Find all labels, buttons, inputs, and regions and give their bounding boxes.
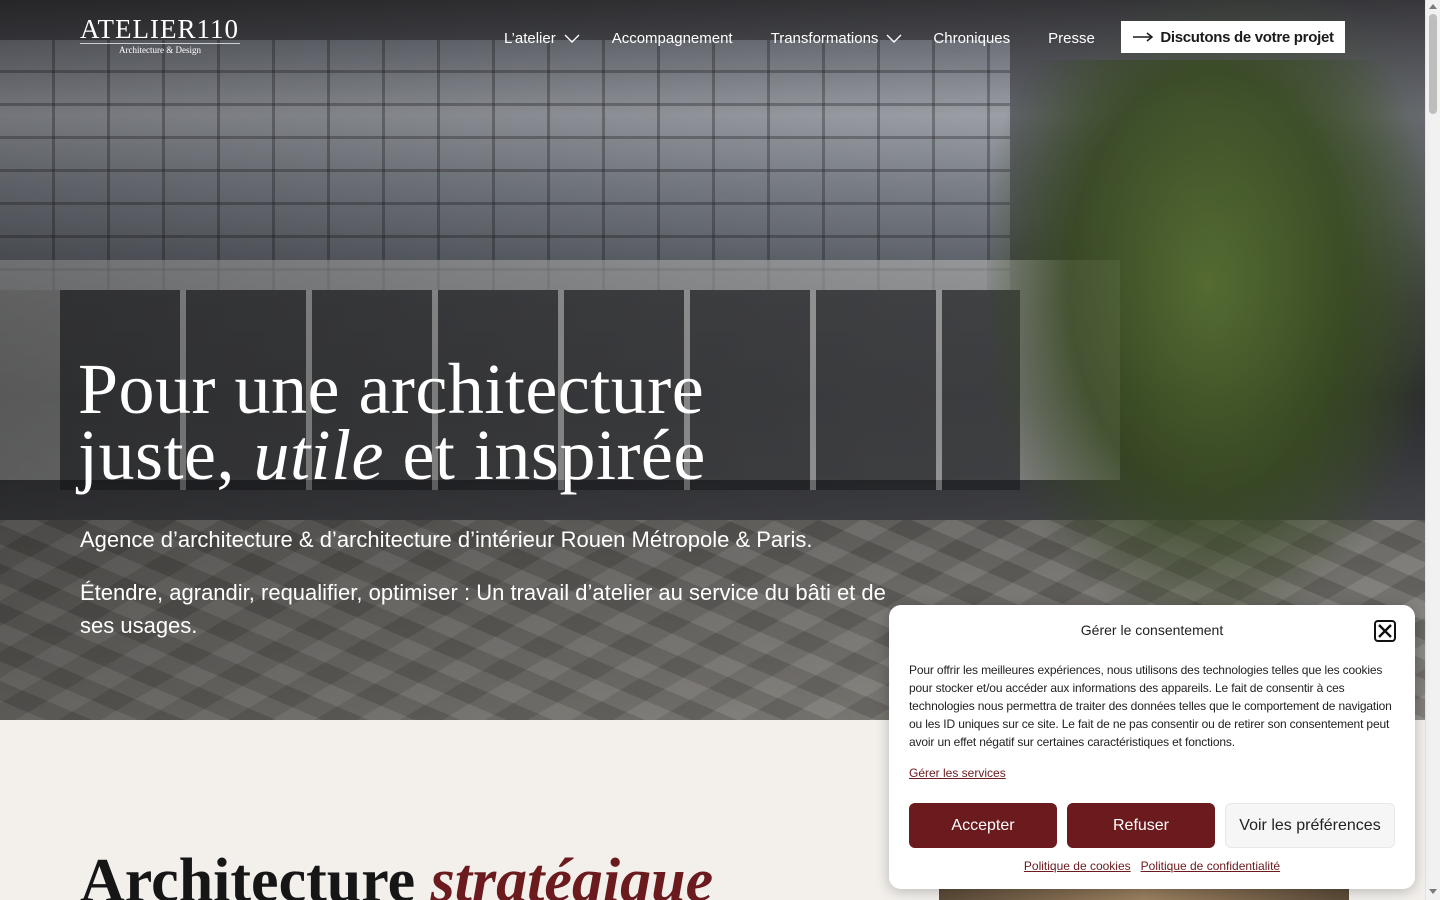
page-scrollbar[interactable] — [1425, 0, 1440, 900]
consent-links: Politique de cookies Politique de confid… — [889, 859, 1415, 873]
nav-item-accompagnement[interactable]: Accompagnement — [612, 30, 733, 47]
preferences-button[interactable]: Voir les préférences — [1225, 803, 1395, 848]
chevron-down-icon — [564, 34, 580, 43]
scrollbar-thumb[interactable] — [1429, 14, 1437, 114]
hero-title-line2-end: et inspirée — [383, 415, 706, 495]
logo-wordmark: ATELIER110 — [80, 14, 239, 44]
scroll-up-arrow-icon[interactable] — [1429, 4, 1437, 9]
cookie-consent-dialog: Gérer le consentement Pour offrir les me… — [889, 605, 1415, 889]
close-icon[interactable] — [1374, 620, 1396, 642]
main-nav: L’atelier Accompagnement Transformations… — [504, 26, 1095, 50]
consent-text: Pour offrir les meilleures expériences, … — [909, 663, 1392, 749]
consent-title: Gérer le consentement — [1080, 622, 1224, 638]
cookie-policy-link[interactable]: Politique de cookies — [1024, 859, 1131, 873]
nav-item-presse[interactable]: Presse — [1048, 30, 1095, 47]
privacy-policy-link[interactable]: Politique de confidentialité — [1141, 859, 1280, 873]
nav-item-label: Chroniques — [933, 29, 1011, 47]
refuse-button[interactable]: Refuser — [1067, 803, 1215, 848]
nav-item-label: Accompagnement — [611, 29, 733, 47]
contact-cta-button[interactable]: Discutons de votre projet — [1121, 21, 1345, 53]
hero-subtitle: Agence d’architecture & d’architecture d… — [80, 527, 813, 552]
site-logo[interactable]: ATELIER110 Architecture & Design — [80, 14, 245, 58]
nav-item-transformations[interactable]: Transformations — [771, 30, 903, 47]
hero-description: Étendre, agrandir, requalifier, optimise… — [80, 580, 886, 638]
manage-services-link[interactable]: Gérer les services — [909, 766, 1006, 780]
scroll-down-arrow-icon[interactable] — [1429, 889, 1437, 894]
nav-item-label: Transformations — [770, 29, 879, 47]
hero-title: Pour une architecture juste, utile et in… — [78, 353, 706, 491]
section-title-start: Architecture — [80, 847, 431, 900]
accept-button[interactable]: Accepter — [909, 803, 1057, 848]
section-title-emphasis: stratégique — [430, 847, 714, 900]
chevron-down-icon — [886, 34, 902, 43]
hero-title-emphasis: utile — [253, 415, 384, 495]
arrow-right-icon — [1133, 32, 1154, 42]
section-title: Architecture stratégique — [80, 846, 713, 900]
cta-label: Discutons de votre projet — [1160, 28, 1334, 46]
nav-item-label: L’atelier — [504, 29, 556, 47]
nav-item-atelier[interactable]: L’atelier — [504, 30, 580, 47]
nav-item-label: Presse — [1048, 29, 1095, 47]
nav-item-chroniques[interactable]: Chroniques — [933, 30, 1010, 47]
hero-title-line2-start: juste, — [78, 415, 254, 495]
logo-tagline: Architecture & Design — [80, 43, 240, 55]
